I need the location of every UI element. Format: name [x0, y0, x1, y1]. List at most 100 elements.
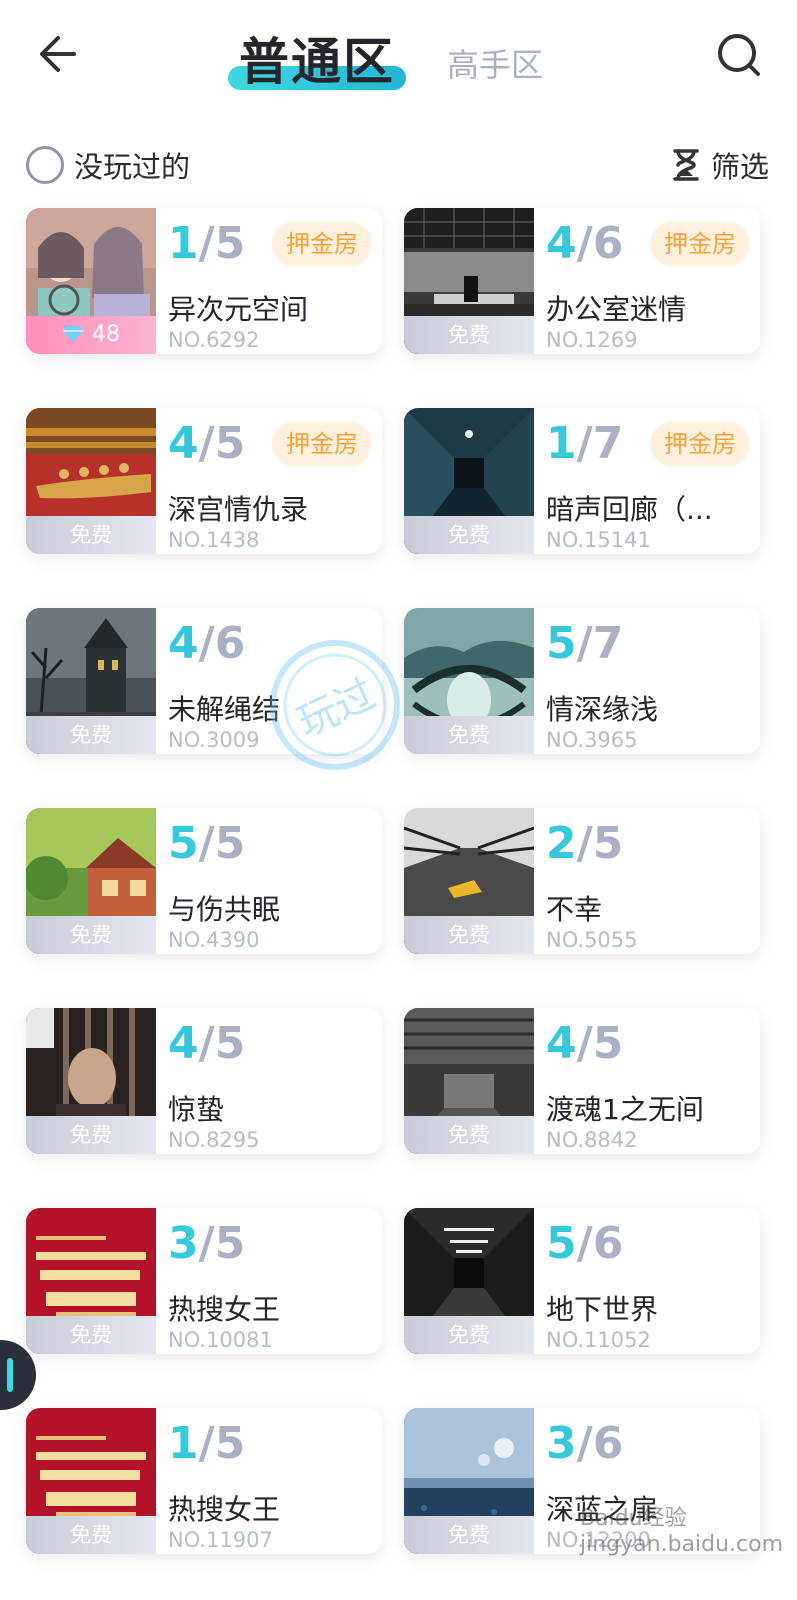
diamond-icon [63, 326, 83, 342]
room-card[interactable]: 免费 4/5 渡魂1之无间 NO.8842 [404, 1008, 760, 1154]
room-card[interactable]: 免费 1/7 押金房 暗声回廊（... NO.15141 [404, 408, 760, 554]
player-count-current: 1 [546, 418, 577, 469]
room-number: NO.6292 [168, 328, 260, 352]
player-count: 3/6 [546, 1418, 623, 1469]
player-count-current: 4 [168, 418, 199, 469]
price-bar: 免费 [26, 916, 156, 954]
price-bar: 免费 [26, 716, 156, 754]
player-count-total: /7 [576, 418, 624, 469]
price-bar: 免费 [26, 1316, 156, 1354]
price-label: 48 [92, 322, 120, 347]
player-count-current: 3 [168, 1218, 199, 1269]
deposit-badge: 押金房 [272, 422, 372, 466]
player-count-total: /5 [576, 818, 624, 869]
room-card[interactable]: 免费 5/7 情深缘浅 NO.3965 [404, 608, 760, 754]
price-bar: 48 [26, 316, 156, 354]
player-count: 1/5 [168, 218, 245, 269]
room-card[interactable]: 免费 2/5 不幸 NO.5055 [404, 808, 760, 954]
player-count: 4/6 [168, 618, 245, 669]
price-bar: 免费 [404, 916, 534, 954]
player-count-total: /5 [576, 1018, 624, 1069]
player-count-total: /5 [198, 418, 246, 469]
room-card[interactable]: 免费 4/6 押金房 办公室迷情 NO.1269 [404, 208, 760, 354]
room-name: 异次元空间 [168, 293, 309, 326]
deposit-badge: 押金房 [650, 222, 750, 266]
room-number: NO.8842 [546, 1128, 638, 1152]
player-count-total: /5 [198, 1218, 246, 1269]
tab-expert[interactable]: 高手区 [440, 40, 550, 84]
player-count-current: 5 [546, 618, 577, 669]
player-count-current: 4 [546, 218, 577, 269]
filter-bar: 没玩过的 筛选 [0, 136, 797, 192]
search-icon [718, 34, 760, 76]
player-count: 4/6 [546, 218, 623, 269]
room-name: 热搜女王 [168, 1293, 281, 1326]
player-count: 4/5 [168, 418, 245, 469]
room-name: 办公室迷情 [546, 293, 687, 326]
back-button[interactable] [34, 28, 86, 80]
room-name: 惊蛰 [168, 1093, 225, 1126]
hourglass-icon [673, 149, 699, 181]
room-card[interactable]: 免费 5/6 地下世界 NO.11052 [404, 1208, 760, 1354]
player-count-current: 3 [546, 1418, 577, 1469]
player-count-total: /5 [198, 818, 246, 869]
room-name: 暗声回廊（... [546, 493, 713, 526]
room-card[interactable]: 48 1/5 押金房 异次元空间 NO.6292 [26, 208, 382, 354]
room-number: NO.3009 [168, 728, 260, 752]
player-count: 5/6 [546, 1218, 623, 1269]
price-bar: 免费 [404, 716, 534, 754]
filter-label: 筛选 [710, 150, 769, 184]
player-count-total: /5 [198, 1018, 246, 1069]
unplayed-toggle[interactable]: 没玩过的 [26, 144, 190, 186]
room-number: NO.3965 [546, 728, 638, 752]
room-number: NO.10081 [168, 1328, 273, 1352]
player-count-current: 4 [168, 1018, 199, 1069]
player-count-total: /6 [198, 618, 246, 669]
room-card[interactable]: 免费 4/5 惊蛰 NO.8295 [26, 1008, 382, 1154]
tab-normal-label: 普通区 [239, 33, 395, 91]
deposit-badge: 押金房 [650, 422, 750, 466]
room-name: 深宫情仇录 [168, 493, 309, 526]
search-button[interactable] [712, 28, 766, 82]
radio-icon[interactable] [26, 146, 64, 184]
room-card[interactable]: 免费 5/5 与伤共眠 NO.4390 [26, 808, 382, 954]
room-number: NO.5055 [546, 928, 638, 952]
price-bar: 免费 [404, 1116, 534, 1154]
player-count-current: 2 [546, 818, 577, 869]
player-count: 4/5 [546, 1018, 623, 1069]
player-count: 3/5 [168, 1218, 245, 1269]
price-bar: 免费 [26, 1516, 156, 1554]
room-name: 不幸 [546, 893, 603, 926]
room-name: 情深缘浅 [546, 693, 659, 726]
arrow-left-icon [40, 36, 76, 72]
room-number: NO.8295 [168, 1128, 260, 1152]
price-bar: 免费 [404, 1516, 534, 1554]
tab-normal[interactable]: 普通区 [228, 18, 406, 94]
player-count-total: /6 [576, 218, 624, 269]
player-count: 2/5 [546, 818, 623, 869]
price-bar: 免费 [404, 1316, 534, 1354]
player-count-current: 1 [168, 1418, 199, 1469]
filter-button[interactable]: 筛选 [671, 144, 769, 186]
player-count-total: /6 [576, 1218, 624, 1269]
stamp-text: 玩过 [291, 671, 383, 746]
stamp-icon: 玩过 [270, 640, 400, 770]
price-bar: 免费 [404, 516, 534, 554]
room-name: 地下世界 [546, 1293, 659, 1326]
price-bar: 免费 [404, 316, 534, 354]
room-name: 与伤共眠 [168, 893, 281, 926]
room-card[interactable]: 免费 1/5 热搜女王 NO.11907 [26, 1408, 382, 1554]
room-card[interactable]: 免费 3/5 热搜女王 NO.10081 [26, 1208, 382, 1354]
player-count: 4/5 [168, 1018, 245, 1069]
player-count: 5/7 [546, 618, 623, 669]
deposit-badge: 押金房 [272, 222, 372, 266]
room-card[interactable]: 免费 4/5 押金房 深宫情仇录 NO.1438 [26, 408, 382, 554]
price-bar: 免费 [26, 516, 156, 554]
player-count-current: 4 [168, 618, 199, 669]
player-count-current: 4 [546, 1018, 577, 1069]
player-count-current: 5 [546, 1218, 577, 1269]
player-count: 1/7 [546, 418, 623, 469]
player-count: 1/5 [168, 1418, 245, 1469]
room-name: 热搜女王 [168, 1493, 281, 1526]
player-count-total: /5 [198, 1418, 246, 1469]
